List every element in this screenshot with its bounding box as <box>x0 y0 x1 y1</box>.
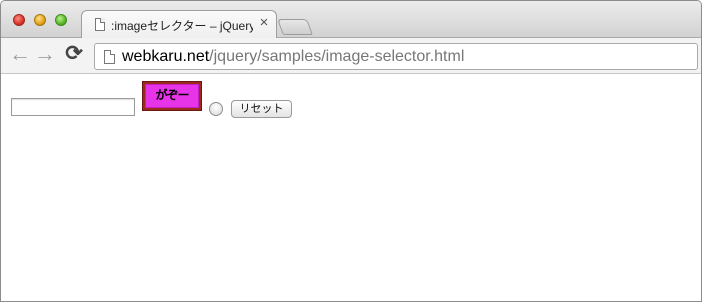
url-host: webkaru.net <box>122 48 210 65</box>
reload-icon[interactable]: ⟳ <box>64 43 84 64</box>
maximize-window-icon[interactable] <box>55 14 67 26</box>
image-button-label: がぞー <box>155 88 189 102</box>
minimize-window-icon[interactable] <box>34 14 46 26</box>
url-text: webkaru.net/jquery/samples/image-selecto… <box>122 48 464 66</box>
browser-window: :imageセレクター – jQuery入 × ← → ⟳ webkaru.ne… <box>0 0 702 302</box>
page-content: がぞー リセット <box>1 74 701 301</box>
tab-title: :imageセレクター – jQuery入 <box>111 19 253 33</box>
address-bar[interactable]: webkaru.net/jquery/samples/image-selecto… <box>94 43 698 70</box>
document-icon <box>104 50 115 64</box>
tab-close-icon[interactable]: × <box>257 15 271 31</box>
image-button-face: がぞー <box>145 84 199 108</box>
browser-tab[interactable]: :imageセレクター – jQuery入 × <box>81 10 277 38</box>
close-window-icon[interactable] <box>13 14 25 26</box>
back-arrow-icon[interactable]: ← <box>9 43 31 65</box>
new-tab-button[interactable] <box>277 19 313 35</box>
radio-button[interactable] <box>209 102 223 116</box>
title-bar: :imageセレクター – jQuery入 × <box>1 1 701 38</box>
url-path: /jquery/samples/image-selector.html <box>209 48 465 65</box>
reset-button[interactable]: リセット <box>231 100 292 118</box>
text-input[interactable] <box>11 98 135 116</box>
page-icon <box>95 18 105 31</box>
forward-arrow-icon[interactable]: → <box>34 43 56 65</box>
browser-toolbar: ← → ⟳ webkaru.net/jquery/samples/image-s… <box>1 38 701 74</box>
image-button[interactable]: がぞー <box>142 81 202 111</box>
